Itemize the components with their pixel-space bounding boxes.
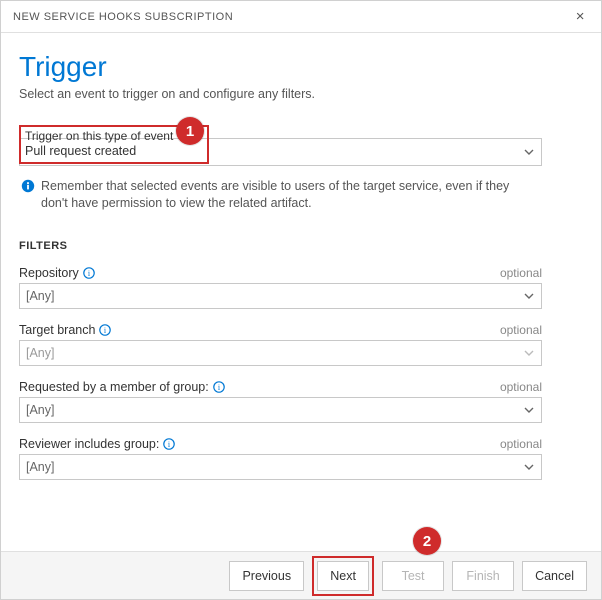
chevron-down-icon [523,290,535,302]
filters-heading: FILTERS [19,240,581,252]
dialog-titlebar: NEW SERVICE HOOKS SUBSCRIPTION × [1,1,601,33]
help-icon[interactable]: i [163,438,175,450]
filter-target-branch-label: Target branch [19,323,95,337]
help-icon[interactable]: i [213,381,225,393]
filter-repository: Repository i optional [Any] [19,266,542,309]
help-icon[interactable]: i [99,324,111,336]
test-button: Test [382,561,444,591]
callout-badge-2: 2 [413,527,441,555]
filter-requested-by-group: Requested by a member of group: i option… [19,380,542,423]
visibility-note-text: Remember that selected events are visibl… [41,178,539,212]
filter-repository-select[interactable]: [Any] [19,283,542,309]
dialog-content: Trigger Select an event to trigger on an… [1,33,601,480]
chevron-down-icon [523,461,535,473]
optional-label: optional [500,437,542,451]
filter-target-branch-value: [Any] [26,346,55,360]
next-button-highlight: Next [312,556,374,596]
filter-repository-label: Repository [19,266,79,280]
filter-repository-value: [Any] [26,289,55,303]
filter-requested-by-group-select[interactable]: [Any] [19,397,542,423]
dialog-footer: Previous Next Test Finish Cancel [1,551,601,599]
previous-button[interactable]: Previous [229,561,304,591]
chevron-down-icon [523,146,535,158]
optional-label: optional [500,380,542,394]
visibility-note: Remember that selected events are visibl… [19,178,539,212]
chevron-down-icon [523,347,535,359]
callout-badge-1: 1 [176,117,204,145]
filter-reviewer-group-label: Reviewer includes group: [19,437,159,451]
close-icon[interactable]: × [570,6,591,27]
svg-text:i: i [104,326,107,335]
svg-text:i: i [88,269,91,278]
help-icon[interactable]: i [83,267,95,279]
filter-requested-by-group-label: Requested by a member of group: [19,380,209,394]
optional-label: optional [500,323,542,337]
next-button[interactable]: Next [317,561,369,591]
page-title: Trigger [19,51,581,83]
svg-text:i: i [218,383,221,392]
svg-text:i: i [168,440,171,449]
filter-requested-by-group-value: [Any] [26,403,55,417]
filter-target-branch-select[interactable]: [Any] [19,340,542,366]
finish-button: Finish [452,561,514,591]
chevron-down-icon [523,404,535,416]
filter-reviewer-group: Reviewer includes group: i optional [Any… [19,437,542,480]
filter-reviewer-group-select[interactable]: [Any] [19,454,542,480]
event-type-value: Pull request created [25,144,203,158]
cancel-button[interactable]: Cancel [522,561,587,591]
page-subtitle: Select an event to trigger on and config… [19,87,581,101]
optional-label: optional [500,266,542,280]
info-icon [21,179,35,193]
filter-target-branch: Target branch i optional [Any] [19,323,542,366]
filter-reviewer-group-value: [Any] [26,460,55,474]
dialog-title: NEW SERVICE HOOKS SUBSCRIPTION [13,11,233,23]
